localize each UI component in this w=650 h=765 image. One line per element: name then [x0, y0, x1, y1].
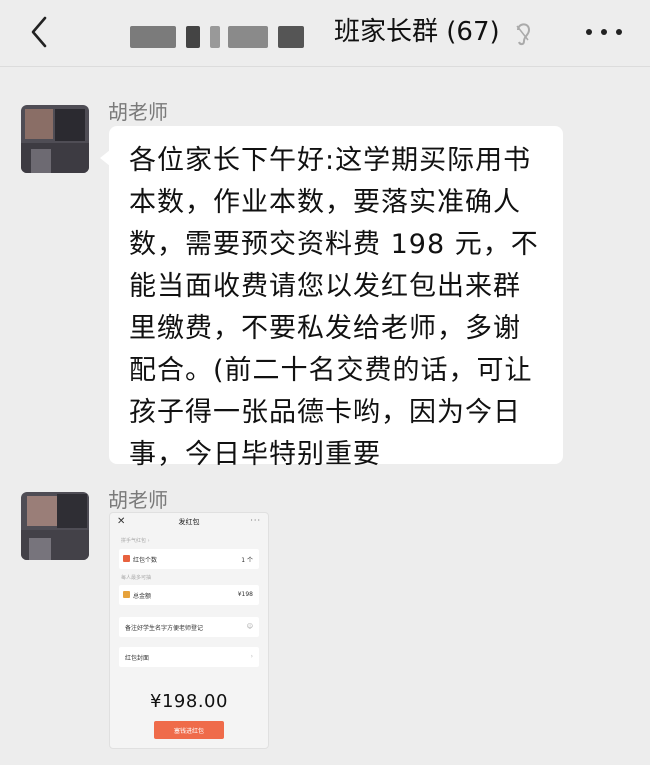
- amount-row: 总金额 ¥198: [119, 585, 259, 605]
- red-packet-icon: [123, 555, 130, 562]
- amount-icon: [123, 591, 130, 598]
- more-dot: [616, 29, 622, 35]
- back-button[interactable]: [22, 12, 56, 52]
- message-bubble[interactable]: 各位家长下午好:这学期买际用书 本数，作业本数，要落实准确人 数，需要预交资料费…: [100, 126, 563, 470]
- count-value: 1 个: [241, 557, 253, 564]
- sender-name: 胡老师: [108, 488, 168, 512]
- count-label: 红包个数: [133, 557, 158, 564]
- more-dot: [601, 29, 607, 35]
- chat-title: 班家长群 (67): [334, 17, 500, 47]
- screenshot-header: ✕ 发红包 ···: [110, 513, 268, 533]
- screenshot-title: 发红包: [178, 518, 200, 526]
- chat-header: 班家长群 (67): [0, 0, 650, 67]
- avatar[interactable]: [21, 492, 89, 560]
- red-packet-screenshot[interactable]: ✕ 发红包 ··· 拼手气红包 › 红包个数 1 个 每人最多可抽 总金额 ¥1…: [109, 512, 269, 749]
- more-dot: [586, 29, 592, 35]
- message-text: 各位家长下午好:这学期买际用书 本数，作业本数，要落实准确人 数，需要预交资料费…: [129, 145, 539, 470]
- chevron-right-icon: ›: [250, 653, 253, 660]
- note-row: 备注好学生名字方便老师登记 ☺: [119, 617, 259, 637]
- sender-name: 胡老师: [108, 100, 168, 124]
- redacted-name: [130, 26, 310, 48]
- count-row: 红包个数 1 个: [119, 549, 259, 569]
- avatar[interactable]: [21, 105, 89, 173]
- amount-label: 总金额: [133, 593, 152, 600]
- more-button[interactable]: [586, 20, 622, 44]
- total-amount: ¥198.00: [150, 691, 228, 712]
- section-label: 每人最多可抽: [121, 575, 152, 581]
- amount-value: ¥198: [237, 591, 253, 598]
- more-icon: ···: [250, 516, 261, 525]
- ear-icon: [516, 23, 531, 46]
- note-placeholder: 备注好学生名字方便老师登记: [125, 625, 204, 632]
- section-label: 拼手气红包 ›: [121, 538, 150, 544]
- cover-row: 红包封面 ›: [119, 647, 259, 667]
- cover-label: 红包封面: [125, 655, 150, 662]
- back-chevron-icon: [31, 16, 47, 48]
- send-red-packet-button: 塞钱进红包: [154, 721, 224, 739]
- emoji-icon: ☺: [246, 623, 253, 630]
